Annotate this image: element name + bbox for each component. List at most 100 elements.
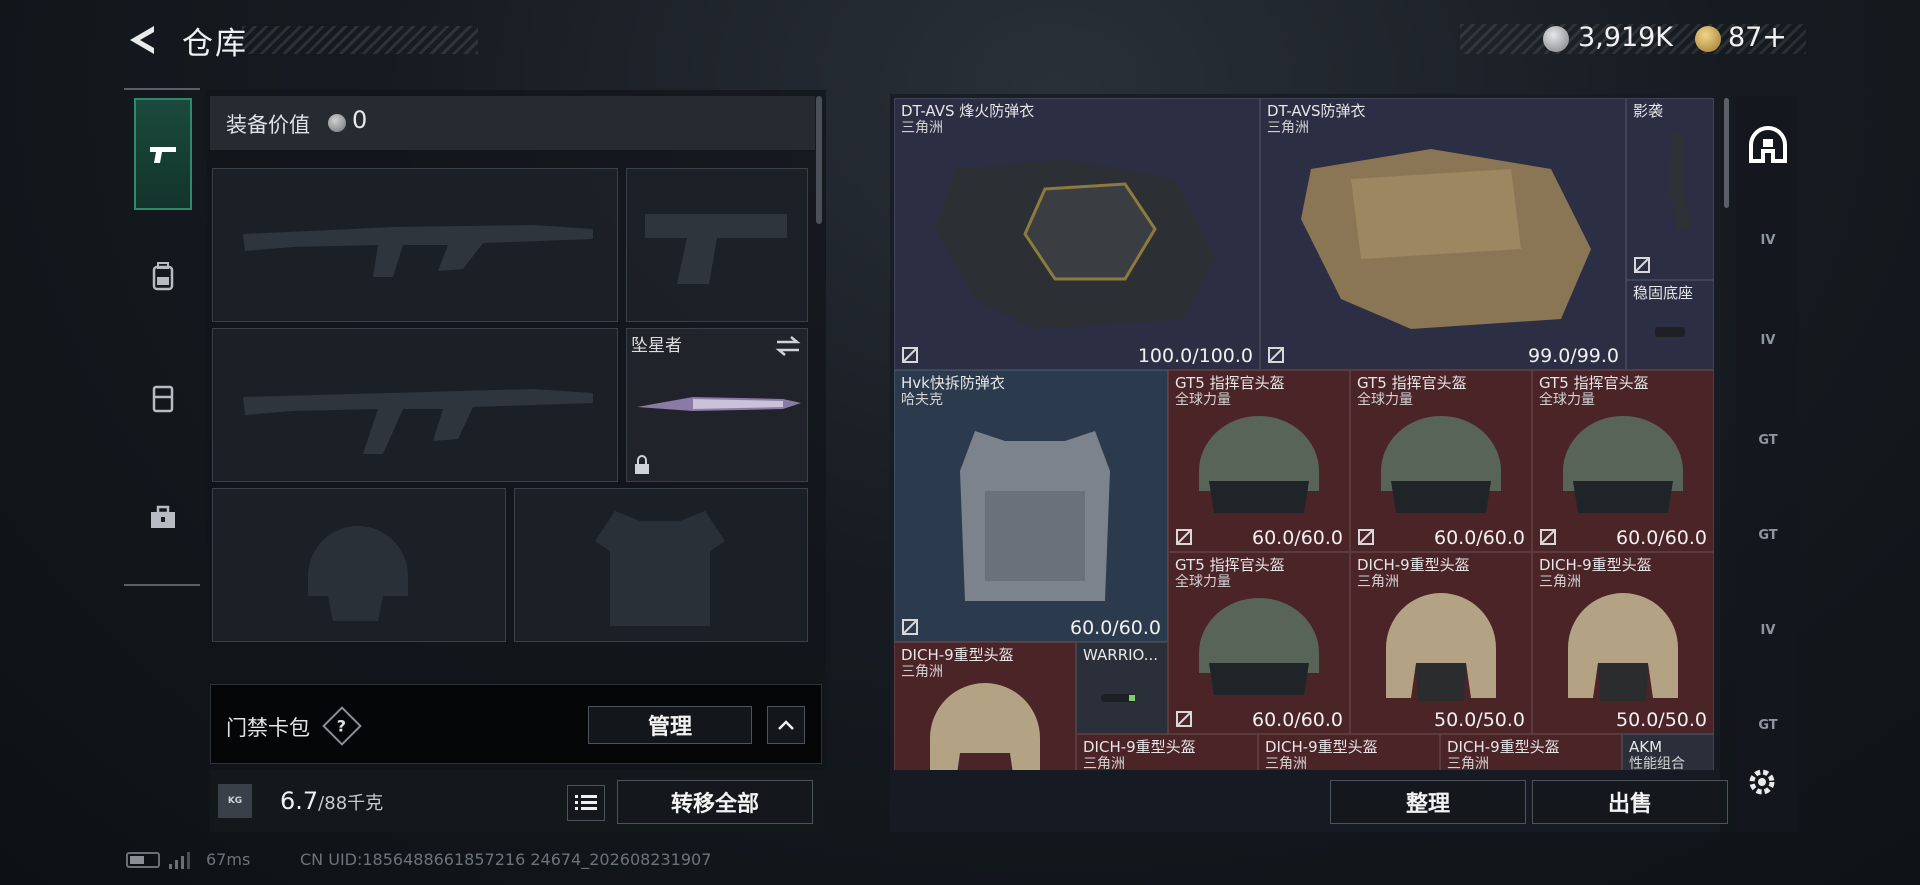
rifle-silhouette-icon <box>243 225 593 277</box>
no-trade-icon <box>1358 529 1374 545</box>
rail-item-weapon[interactable] <box>134 98 192 210</box>
ping-readout: 67ms <box>206 850 251 869</box>
silver-coin-icon <box>328 114 346 132</box>
carry-weight-max: /88千克 <box>318 793 384 814</box>
stash-grid: DT-AVS 烽火防弹衣 三角洲 100.0/100.0 DT-AVS防弹衣 三… <box>894 98 1714 770</box>
loadout-scrollbar[interactable] <box>816 96 822 224</box>
stash-item[interactable]: 稳固底座 <box>1626 280 1714 370</box>
heavy-helmet-icon <box>1568 593 1678 701</box>
stash-item[interactable]: DT-AVS 烽火防弹衣 三角洲 100.0/100.0 <box>894 98 1260 370</box>
melee-slot[interactable]: 坠星者 <box>626 328 808 482</box>
list-icon <box>575 795 597 810</box>
sell-button[interactable]: 出售 <box>1532 780 1728 824</box>
pistol-slot[interactable] <box>626 168 808 322</box>
stash-item[interactable]: DICH-9重型头盔 三角洲 50.0/50.0 <box>1532 552 1714 734</box>
pistol-silhouette-icon <box>645 214 787 284</box>
user-id: CN UID:1856488661857216 24674_2026082319… <box>300 850 712 869</box>
armor-slot[interactable] <box>514 488 808 642</box>
stash-item[interactable]: GT5 指挥官头盔 全球力量 60.0/60.0 <box>1532 370 1714 552</box>
stash-item[interactable]: GT5 指挥官头盔 全球力量 60.0/60.0 <box>1350 370 1532 552</box>
swap-icon[interactable] <box>775 335 801 357</box>
keycard-wallet-label: 门禁卡包 <box>226 716 310 740</box>
stash-item[interactable]: GT5 指挥官头盔 全球力量 60.0/60.0 <box>1168 370 1350 552</box>
stash-page-tab[interactable]: IV <box>1740 600 1796 660</box>
stash-item[interactable]: WARRIO... <box>1076 642 1168 734</box>
stash-page-tab[interactable]: IV <box>1740 210 1796 270</box>
battery-icon <box>126 852 160 868</box>
stash-item[interactable]: Hvk快拆防弹衣 哈夫克 60.0/60.0 <box>894 370 1168 642</box>
rig-icon <box>152 385 174 413</box>
no-trade-icon <box>1268 347 1284 363</box>
chevron-up-icon <box>778 720 794 730</box>
rail-item-backpack[interactable] <box>134 220 192 332</box>
signal-icon <box>169 852 190 869</box>
stash-item[interactable]: DICH-9重型头盔 三角洲 <box>1440 734 1622 770</box>
armor-vest-icon <box>935 159 1215 329</box>
stash-item[interactable]: DICH-9重型头盔 三角洲 <box>894 642 1076 770</box>
knife-icon <box>637 397 801 411</box>
transfer-all-button[interactable]: 转移全部 <box>617 780 813 824</box>
lock-icon <box>635 455 649 474</box>
attachment-icon <box>1101 694 1135 702</box>
carry-weight: 6.7/88千克 <box>280 787 384 815</box>
helmet-silhouette-icon <box>308 526 408 621</box>
gear-icon[interactable] <box>1744 764 1780 800</box>
back-arrow-icon[interactable] <box>124 22 160 58</box>
helmet-icon <box>1199 416 1319 513</box>
armor-vest-icon <box>1301 149 1591 329</box>
stash-item[interactable]: DICH-9重型头盔 三角洲 <box>1258 734 1440 770</box>
equipment-value: 0 <box>352 106 368 134</box>
helmet-icon <box>1381 416 1501 513</box>
gold-coin-icon <box>1695 26 1721 52</box>
stash-item[interactable]: DICH-9重型头盔 三角洲 <box>1076 734 1258 770</box>
manage-button[interactable]: 管理 <box>588 706 752 744</box>
title-decoration <box>242 26 478 54</box>
plate-carrier-icon <box>960 431 1110 601</box>
helmet-slot[interactable] <box>212 488 506 642</box>
no-trade-icon <box>902 619 918 635</box>
stash-home-icon <box>1749 126 1787 163</box>
heavy-helmet-icon <box>1386 593 1496 701</box>
stash-home-tab[interactable] <box>1740 116 1796 176</box>
add-gold-button[interactable]: + <box>1762 20 1787 55</box>
stash-page-tab[interactable]: GT <box>1740 505 1796 565</box>
list-view-button[interactable] <box>567 785 605 821</box>
backpack-icon <box>152 262 174 291</box>
silver-coin-icon <box>1543 26 1569 52</box>
heavy-helmet-icon <box>930 683 1040 770</box>
stash-item[interactable]: GT5 指挥官头盔 全球力量 60.0/60.0 <box>1168 552 1350 734</box>
no-trade-icon <box>1540 529 1556 545</box>
gold-balance: 87 <box>1728 22 1763 53</box>
stash-page-tab[interactable]: IV <box>1740 310 1796 370</box>
stash-item[interactable]: AKM 性能组合 <box>1622 734 1714 770</box>
rail-item-toolbox[interactable] <box>134 462 192 574</box>
expand-button[interactable] <box>767 706 805 744</box>
stash-item[interactable]: DT-AVS防弹衣 三角洲 99.0/99.0 <box>1260 98 1626 370</box>
pistol-icon <box>150 147 176 163</box>
stash-page-tab[interactable]: GT <box>1740 410 1796 470</box>
helmet-icon <box>1563 416 1683 513</box>
rail-item-chest-rig[interactable] <box>134 342 192 454</box>
armor-silhouette-icon <box>595 511 725 626</box>
page-title: 仓库 <box>182 26 248 62</box>
toolbox-icon <box>151 505 175 528</box>
no-trade-icon <box>1176 529 1192 545</box>
stock-icon <box>1669 133 1691 229</box>
stash-page-tab[interactable]: GT <box>1740 695 1796 755</box>
mount-icon <box>1655 327 1685 337</box>
no-trade-icon <box>1176 711 1192 727</box>
no-trade-icon <box>1634 257 1650 273</box>
weight-icon: KG <box>218 784 252 818</box>
stash-item[interactable]: 影袭 <box>1626 98 1714 280</box>
silver-balance: 3,919K <box>1578 22 1674 53</box>
no-trade-icon <box>902 347 918 363</box>
secondary-weapon-slot[interactable] <box>212 328 618 482</box>
stash-item[interactable]: DICH-9重型头盔 三角洲 50.0/50.0 <box>1350 552 1532 734</box>
stash-scrollbar[interactable] <box>1724 98 1729 208</box>
rifle-silhouette-icon <box>243 389 593 454</box>
melee-name: 坠星者 <box>631 336 682 356</box>
sort-button[interactable]: 整理 <box>1330 780 1526 824</box>
helmet-icon <box>1199 598 1319 695</box>
primary-weapon-slot[interactable] <box>212 168 618 322</box>
equipment-value-label: 装备价值 <box>226 113 310 137</box>
